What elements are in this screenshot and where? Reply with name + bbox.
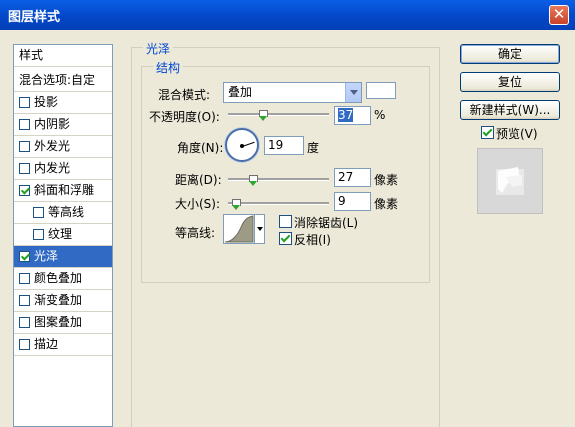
close-icon: ✕ [552,5,566,23]
contour-picker[interactable] [223,214,265,244]
style-item-texture[interactable]: 纹理 [14,224,112,246]
contour-curve-icon [224,215,254,243]
blend-mode-value: 叠加 [228,85,253,99]
size-slider-track[interactable] [228,202,329,205]
distance-slider-thumb[interactable] [249,175,258,186]
contour-checkbox[interactable] [33,207,44,218]
blend-mode-select[interactable]: 叠加 [223,82,362,103]
styles-header[interactable]: 样式 [14,45,112,67]
style-item-label: 等高线 [48,205,85,219]
style-item-bevel-emboss[interactable]: 斜面和浮雕 [14,180,112,202]
chevron-down-icon [345,83,361,102]
style-item-label: 内阴影 [34,117,71,131]
angle-dial-needle [242,141,255,147]
angle-unit: 度 [307,141,320,155]
stroke-checkbox[interactable] [19,339,30,350]
preview-label: 预览(V) [496,127,538,141]
invert-checkbox[interactable] [279,232,292,245]
style-item-label: 投影 [34,95,59,109]
chevron-down-icon [254,215,264,243]
style-item-drop-shadow[interactable]: 投影 [14,92,112,114]
style-item-label: 斜面和浮雕 [34,183,95,197]
style-preview [477,148,543,214]
style-item-label: 颜色叠加 [34,271,83,285]
pattern-overlay-checkbox[interactable] [19,317,30,328]
style-item-label: 描边 [34,337,59,351]
style-item-stroke[interactable]: 描边 [14,334,112,356]
blend-options-item[interactable]: 混合选项:自定 [14,70,112,92]
reset-button[interactable]: 复位 [460,72,560,92]
style-item-color-overlay[interactable]: 颜色叠加 [14,268,112,290]
styles-list: 样式 混合选项:自定 投影 内阴影 外发光 内发光 斜面和浮雕 等高线 纹理 光… [13,44,113,427]
gradient-overlay-checkbox[interactable] [19,295,30,306]
opacity-unit: % [374,108,386,122]
satin-group-title: 光泽 [143,40,174,57]
outer-glow-checkbox[interactable] [19,141,30,152]
style-item-inner-glow[interactable]: 内发光 [14,158,112,180]
distance-unit: 像素 [374,173,399,187]
style-item-satin[interactable]: 光泽 [14,246,112,268]
style-item-label: 外发光 [34,139,71,153]
style-item-inner-shadow[interactable]: 内阴影 [14,114,112,136]
distance-slider-track[interactable] [228,178,329,181]
opacity-label: 不透明度(O): [149,110,220,124]
contour-label: 等高线: [175,226,216,240]
preview-checkbox[interactable] [481,126,494,139]
blend-mode-label: 混合模式: [158,88,211,102]
close-button[interactable]: ✕ [549,5,569,25]
anti-alias-label: 消除锯齿(L) [294,216,359,230]
opacity-input[interactable]: 37 [334,106,371,125]
angle-label: 角度(N): [177,141,224,155]
angle-dial[interactable] [225,128,259,162]
color-swatch[interactable] [366,82,396,99]
size-input[interactable]: 9 [334,192,371,211]
style-item-contour[interactable]: 等高线 [14,202,112,224]
size-unit: 像素 [374,197,399,211]
style-item-label: 光泽 [34,249,59,263]
preview-thumbnail [496,167,524,195]
style-item-label: 图案叠加 [34,315,83,329]
style-item-outer-glow[interactable]: 外发光 [14,136,112,158]
angle-input[interactable]: 19 [264,136,304,155]
distance-label: 距离(D): [175,173,222,187]
style-item-pattern-overlay[interactable]: 图案叠加 [14,312,112,334]
structure-group-title: 结构 [153,59,184,76]
opacity-slider-track[interactable] [228,113,329,116]
ok-button[interactable]: 确定 [460,44,560,64]
style-item-label: 渐变叠加 [34,293,83,307]
texture-checkbox[interactable] [33,229,44,240]
size-slider-thumb[interactable] [232,199,241,210]
style-item-label: 纹理 [48,227,73,241]
inner-shadow-checkbox[interactable] [19,119,30,130]
style-item-label: 内发光 [34,161,71,175]
new-style-button[interactable]: 新建样式(W)... [460,100,560,120]
invert-label: 反相(I) [294,233,331,247]
distance-input[interactable]: 27 [334,168,371,187]
opacity-slider-thumb[interactable] [259,110,268,121]
anti-alias-checkbox[interactable] [279,215,292,228]
title-bar: 图层样式 ✕ [0,0,575,30]
drop-shadow-checkbox[interactable] [19,97,30,108]
style-item-gradient-overlay[interactable]: 渐变叠加 [14,290,112,312]
bevel-emboss-checkbox[interactable] [19,185,30,196]
color-overlay-checkbox[interactable] [19,273,30,284]
size-label: 大小(S): [175,197,221,211]
inner-glow-checkbox[interactable] [19,163,30,174]
window-title: 图层样式 [8,10,61,25]
satin-checkbox[interactable] [19,251,30,262]
